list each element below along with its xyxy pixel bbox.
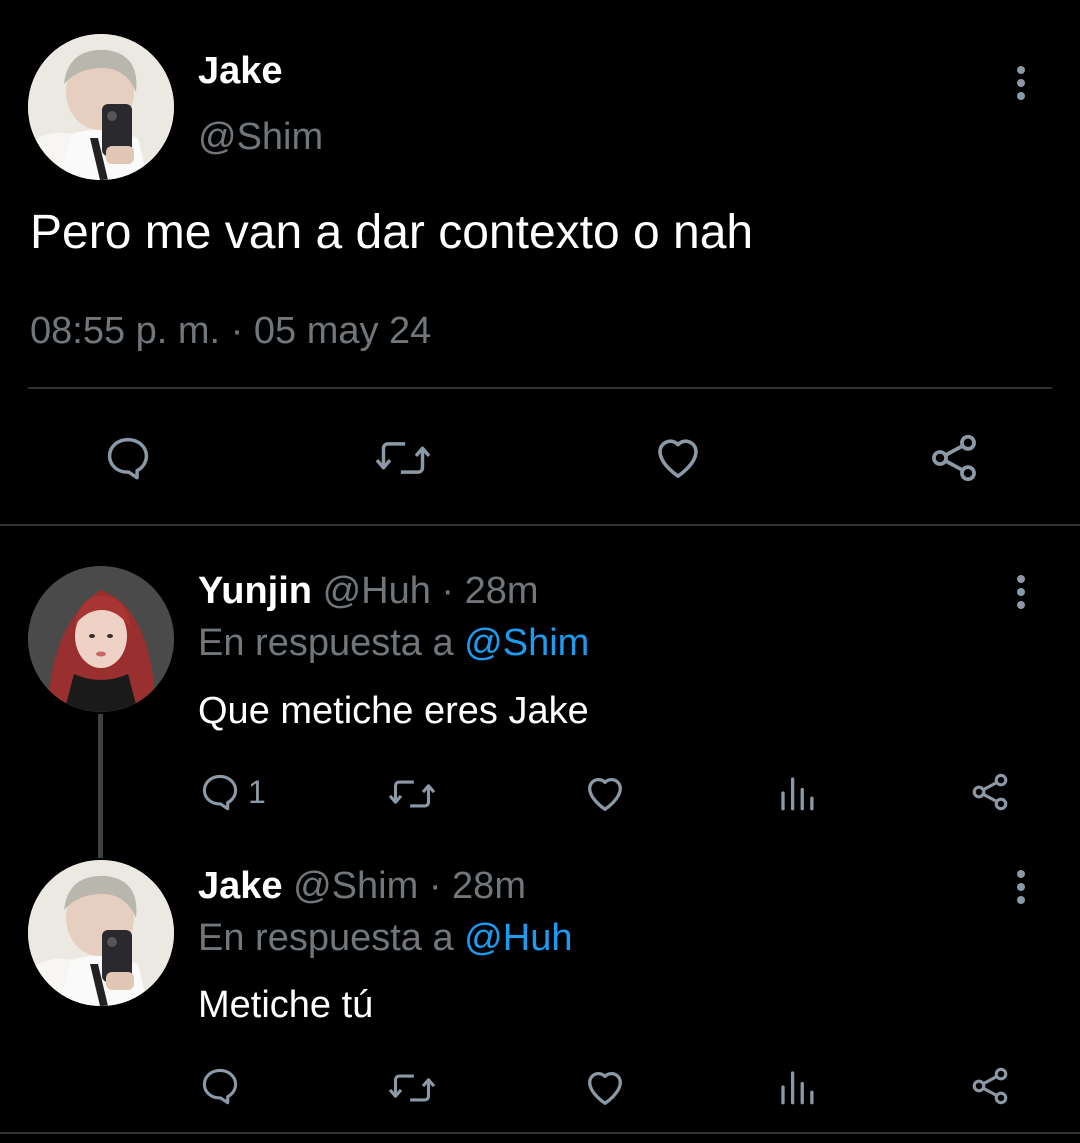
reply-time: 28m xyxy=(464,570,539,612)
like-icon xyxy=(658,439,698,478)
mention-link[interactable]: @Shim xyxy=(464,622,589,664)
retweet-button[interactable] xyxy=(372,432,434,484)
meta-separator: · xyxy=(430,570,465,612)
meta-separator: · xyxy=(418,865,453,907)
share-icon xyxy=(972,1067,1008,1105)
reply-author-handle[interactable]: @Shim xyxy=(293,865,418,907)
reply-prefix: En respuesta a xyxy=(198,622,454,664)
jake-avatar-image xyxy=(28,860,174,1006)
like-button[interactable] xyxy=(582,770,628,816)
analytics-icon xyxy=(781,1071,814,1105)
share-button[interactable] xyxy=(968,1064,1012,1108)
like-icon xyxy=(588,777,622,811)
reply-context: En respuesta a @Huh xyxy=(198,917,572,960)
reply-author-handle[interactable]: @Huh xyxy=(323,570,431,612)
retweet-icon xyxy=(388,1074,436,1102)
yunjin-avatar-image xyxy=(28,566,174,712)
retweet-icon xyxy=(375,442,431,474)
mention-link[interactable]: @Huh xyxy=(464,917,572,959)
reply-button[interactable]: 1 xyxy=(198,770,266,814)
main-author-name[interactable]: Jake xyxy=(198,50,283,93)
bottom-divider xyxy=(0,1132,1080,1134)
share-button[interactable] xyxy=(926,430,982,486)
analytics-button[interactable] xyxy=(776,1066,818,1108)
reply-button[interactable] xyxy=(102,432,154,484)
retweet-button[interactable] xyxy=(386,772,438,816)
like-button[interactable] xyxy=(650,430,706,484)
reply-context: En respuesta a @Shim xyxy=(198,622,589,665)
more-options-icon[interactable] xyxy=(1016,66,1026,105)
yunjin-avatar[interactable] xyxy=(28,566,174,712)
reply-header: Yunjin @Huh · 28m xyxy=(198,570,539,613)
reply-author-name[interactable]: Yunjin xyxy=(198,570,312,612)
reply-prefix: En respuesta a xyxy=(198,917,454,959)
share-button[interactable] xyxy=(968,770,1012,814)
main-author-handle[interactable]: @Shim xyxy=(198,116,323,159)
reply-author-name[interactable]: Jake xyxy=(198,865,283,907)
main-tweet-divider xyxy=(28,387,1052,389)
reply-text: Que metiche eres Jake xyxy=(198,690,589,732)
reply-icon xyxy=(202,774,238,811)
retweet-icon xyxy=(388,780,436,808)
jake-avatar[interactable] xyxy=(28,34,174,180)
like-icon xyxy=(588,1071,622,1105)
like-button[interactable] xyxy=(582,1064,628,1110)
reply-icon xyxy=(107,437,149,480)
reply-count: 1 xyxy=(248,773,266,810)
retweet-button[interactable] xyxy=(386,1066,438,1110)
reply-icon xyxy=(202,1068,238,1105)
analytics-button[interactable] xyxy=(776,772,818,814)
main-tweet-timestamp: 08:55 p. m. · 05 may 24 xyxy=(30,310,432,352)
reply-time: 28m xyxy=(452,865,526,907)
share-icon xyxy=(972,773,1008,811)
jake-avatar[interactable] xyxy=(28,860,174,1006)
reply-header: Jake @Shim · 28m xyxy=(198,865,526,908)
section-divider xyxy=(0,524,1080,526)
more-options-icon[interactable] xyxy=(1016,575,1026,614)
jake-avatar-image xyxy=(28,34,174,180)
reply-text: Metiche tú xyxy=(198,984,374,1026)
main-tweet-text: Pero me van a dar contexto o nah xyxy=(30,206,754,259)
more-options-icon[interactable] xyxy=(1016,870,1026,909)
reply-button[interactable] xyxy=(198,1064,248,1108)
share-icon xyxy=(932,434,976,482)
thread-connector-line xyxy=(98,714,103,858)
analytics-icon xyxy=(781,777,814,811)
